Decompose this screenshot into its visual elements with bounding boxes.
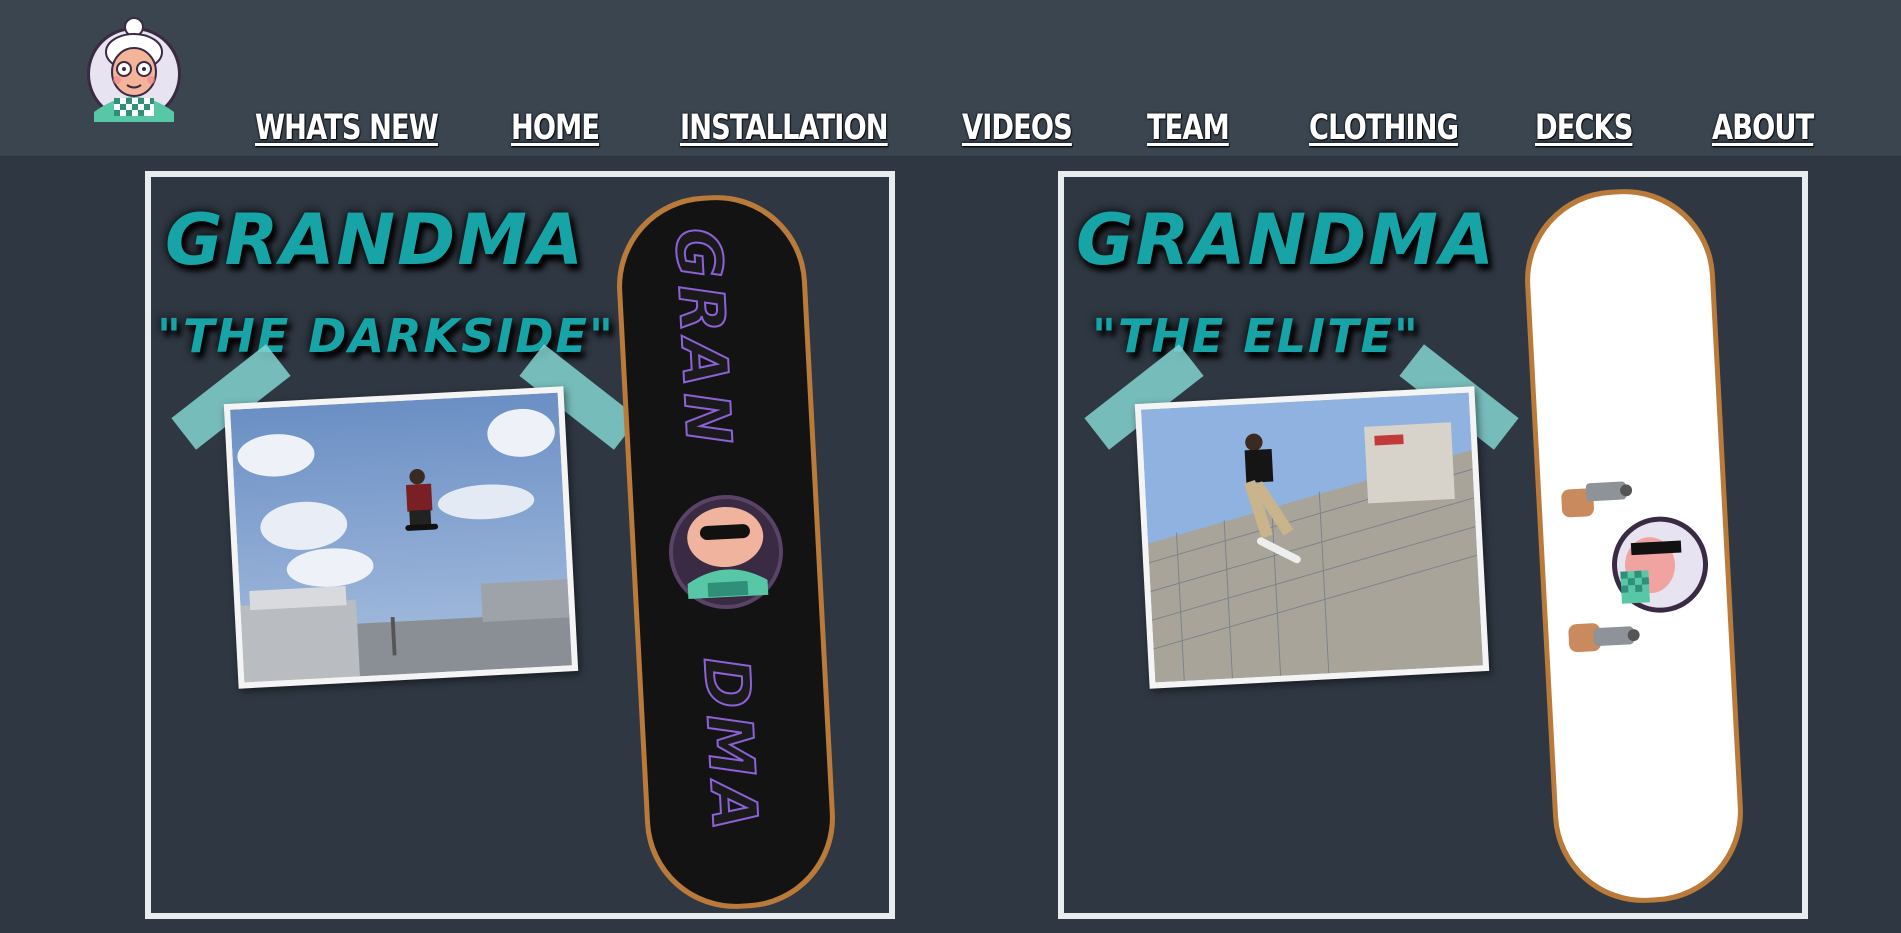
deck-card-darkside[interactable]: GRANDMA "THE DARKSIDE" GRAN DMA	[145, 171, 895, 919]
skate-photo	[1134, 386, 1490, 689]
deck-title: GRANDMA	[165, 199, 586, 281]
site-header: WHATS NEW HOME INSTALLATION VIDEOS TEAM …	[0, 0, 1901, 157]
skate-photo	[223, 386, 579, 689]
deck-graphic-text-bottom: DMA	[690, 655, 772, 838]
nav-whats-new[interactable]: WHATS NEW	[255, 108, 439, 148]
main-nav: WHATS NEW HOME INSTALLATION VIDEOS TEAM …	[0, 108, 1901, 158]
nav-videos[interactable]: VIDEOS	[962, 108, 1073, 148]
deck-graphic-text-top: GRAN	[661, 226, 746, 452]
nav-installation[interactable]: INSTALLATION	[680, 108, 889, 148]
nav-decks[interactable]: DECKS	[1535, 108, 1633, 148]
nav-team[interactable]: TEAM	[1147, 108, 1230, 148]
deck-title: GRANDMA	[1076, 199, 1497, 281]
deck-board-elite[interactable]	[1519, 181, 1749, 911]
deck-board-darkside[interactable]: GRAN DMA	[611, 187, 841, 913]
deck-subtitle: "THE ELITE"	[1092, 309, 1420, 363]
nav-about[interactable]: ABOUT	[1712, 108, 1814, 148]
nav-home[interactable]: HOME	[511, 108, 600, 148]
deck-card-elite[interactable]: GRANDMA "THE ELITE"	[1058, 171, 1808, 919]
nav-clothing[interactable]: CLOTHING	[1309, 108, 1459, 148]
